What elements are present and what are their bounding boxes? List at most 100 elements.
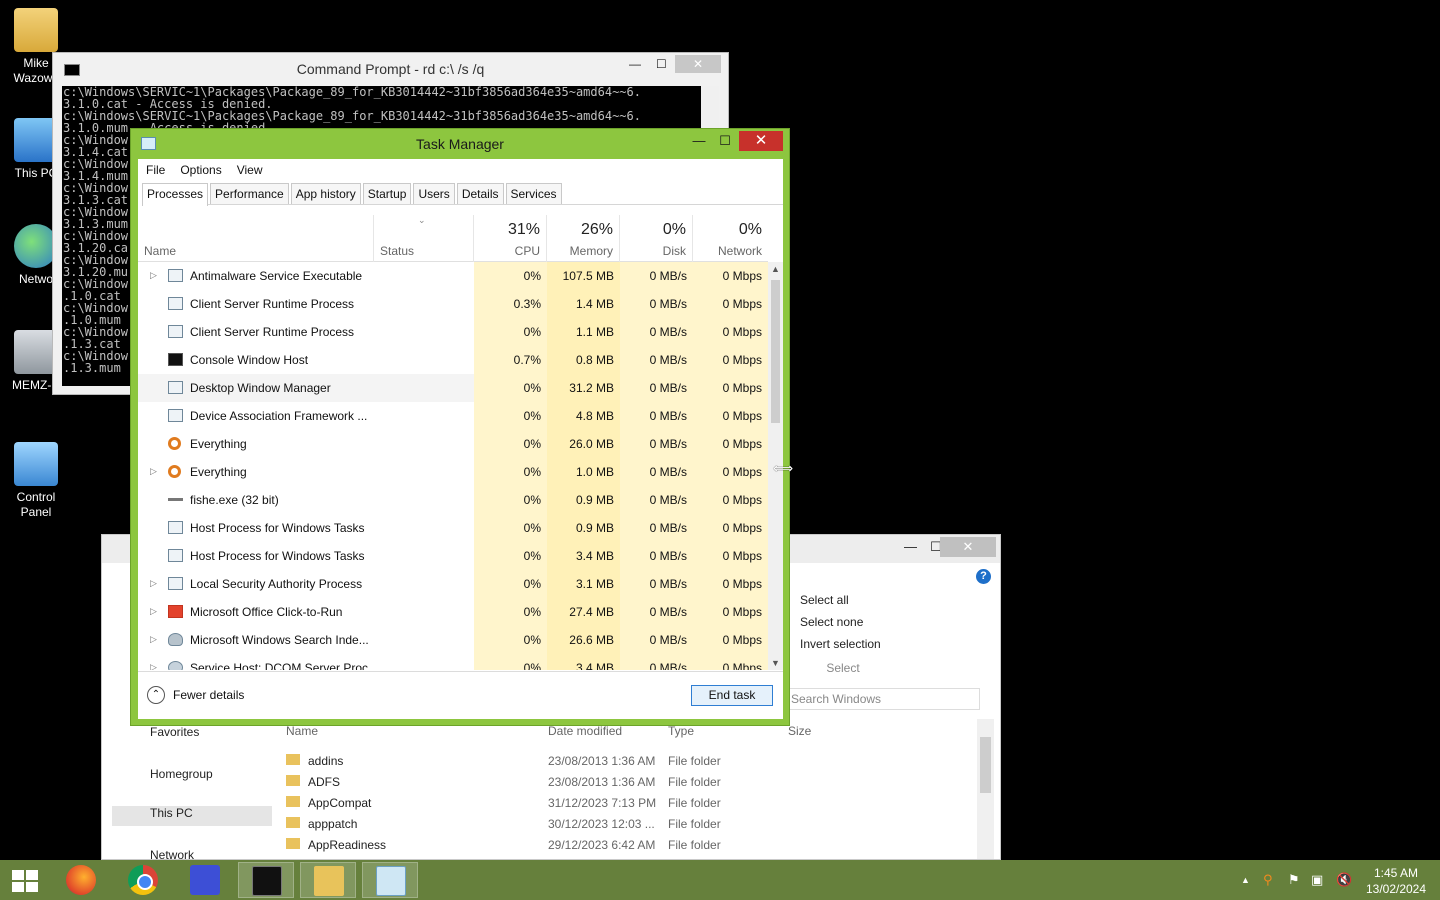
column-label: Disk [662,244,686,258]
process-row[interactable]: ▷ Everything 0% 1.0 MB 0 MB/s 0 Mbps [138,458,768,486]
expand-chevron-icon[interactable]: ▷ [150,662,157,670]
close-button[interactable]: ✕ [675,55,721,73]
process-row[interactable]: Host Process for Windows Tasks 0% 3.4 MB 0 … [138,542,768,570]
close-button[interactable]: ✕ [739,131,783,151]
expand-chevron-icon[interactable]: ▷ [150,606,157,617]
scroll-thumb[interactable] [980,737,991,793]
process-row[interactable]: Host Process for Windows Tasks 0% 0.9 MB 0 … [138,514,768,542]
desktop-icon-control-panel[interactable]: Control Panel [0,442,72,520]
expand-chevron-icon[interactable]: ▷ [150,578,157,589]
expand-chevron-icon[interactable]: ▷ [150,270,157,281]
end-task-button[interactable]: End task [691,685,773,706]
nav-item-favorites[interactable]: Favorites [112,725,272,767]
process-disk: 0 MB/s [620,318,693,346]
nav-item-this-pc[interactable]: This PC [112,806,272,826]
minimize-button[interactable]: — [689,131,709,151]
maximize-button[interactable]: ☐ [656,57,667,71]
process-row[interactable]: Client Server Runtime Process 0% 1.1 MB 0 M… [138,318,768,346]
file-row[interactable]: apppatch 30/12/2023 12:03 ... File folder [286,814,786,835]
column-header-date[interactable]: Date modified [548,724,622,738]
tab-app-history[interactable]: App history [290,183,361,204]
tray-overflow-chevron-icon[interactable]: ▲ [1241,875,1250,885]
process-row[interactable]: ▷ Microsoft Office Click-to-Run 0% 27.4 MB 0… [138,598,768,626]
nav-item-homegroup[interactable]: Homegroup [112,767,272,809]
column-header-name[interactable]: Name [138,215,374,262]
tab-performance[interactable]: Performance [210,183,289,204]
fewer-details-button[interactable]: ⌃ Fewer details [147,686,244,704]
file-row[interactable]: AppCompat 31/12/2023 7:13 PM File folder [286,793,786,814]
scroll-down-icon[interactable]: ▼ [771,658,780,668]
process-memory: 26.6 MB [547,626,620,654]
action-center-flag-icon[interactable]: ⚑ [1288,872,1300,888]
process-row[interactable]: ▷ Service Host: DCOM Server Proc... 0% 3.4 … [138,654,768,670]
everything-search-tray-icon[interactable]: ⚲ [1263,872,1273,888]
file-row[interactable]: AppReadiness 29/12/2023 6:42 AM File folde… [286,835,786,856]
cmd-titlebar[interactable]: Command Prompt - rd c:\ /s /q — ☐ ✕ [53,53,728,83]
taskbar-settings[interactable] [177,862,233,898]
tab-services[interactable]: Services [505,183,562,204]
taskbar-task-manager[interactable] [362,862,418,898]
task-manager-window[interactable]: Task Manager — ☐ ✕ File Options View Pro… [130,128,790,726]
column-header-disk[interactable]: 0% Disk [620,215,693,262]
column-label: CPU [514,244,540,258]
scroll-up-icon[interactable]: ▲ [771,264,780,274]
clock[interactable]: 1:45 AM 13/02/2024 [1360,865,1432,897]
help-icon[interactable]: ? [976,569,991,584]
column-header-type[interactable]: Type [668,724,694,738]
maximize-button[interactable]: ☐ [715,131,735,151]
column-header-status[interactable]: ⌄ Status [374,215,474,262]
volume-muted-icon[interactable]: 🔇 [1336,872,1352,888]
select-all-button[interactable]: Select all [788,593,898,615]
taskbar-file-explorer[interactable] [300,862,356,898]
minimize-button[interactable]: — [629,57,641,71]
close-button[interactable]: ✕ [940,537,996,557]
column-header-size[interactable]: Size [788,724,811,738]
menu-options[interactable]: Options [180,163,221,177]
process-row[interactable]: Everything 0% 26.0 MB 0 MB/s 0 Mbps [138,430,768,458]
column-header-memory[interactable]: 26% Memory [547,215,620,262]
process-row[interactable]: ▷ Microsoft Windows Search Inde... 0% 26.6 … [138,626,768,654]
process-disk: 0 MB/s [620,598,693,626]
process-cpu: 0% [474,598,547,626]
file-row[interactable]: addins 23/08/2013 1:36 AM File folder [286,751,786,772]
process-row[interactable]: Client Server Runtime Process 0.3% 1.4 MB 0… [138,290,768,318]
expand-chevron-icon[interactable]: ▷ [150,634,157,645]
column-header-cpu[interactable]: 31% CPU [474,215,547,262]
column-header-network[interactable]: 0% Network [693,215,768,262]
minimize-button[interactable]: — [904,539,917,554]
process-row[interactable]: ▷ Local Security Authority Process 0% 3.1 M… [138,570,768,598]
taskbar-chrome[interactable] [115,862,171,898]
process-name: Client Server Runtime Process [190,325,355,339]
process-row[interactable]: fishe.exe (32 bit) 0% 0.9 MB 0 MB/s 0 Mbps [138,486,768,514]
process-network: 0 Mbps [693,318,768,346]
tab-processes[interactable]: Processes [142,183,209,206]
start-button[interactable] [0,862,48,898]
process-memory: 4.8 MB [547,402,620,430]
tab-startup[interactable]: Startup [362,183,412,204]
search-input[interactable]: Search Windows [786,688,980,710]
process-row[interactable]: Device Association Framework ... 0% 4.8 MB… [138,402,768,430]
expand-chevron-icon[interactable]: ▷ [150,466,157,477]
menu-file[interactable]: File [146,163,165,177]
scroll-thumb[interactable] [771,280,780,423]
tab-users[interactable]: Users [413,183,455,204]
explorer-scrollbar[interactable] [977,719,994,859]
taskbar-command-prompt[interactable] [238,862,294,898]
process-row[interactable]: Console Window Host 0.7% 0.8 MB 0 MB/s 0 Mbp… [138,346,768,374]
nav-item-network[interactable]: Network [112,848,272,859]
process-disk: 0 MB/s [620,458,693,486]
chevron-up-icon: ⌃ [147,686,165,704]
column-header-name[interactable]: Name [286,724,318,738]
tab-details[interactable]: Details [456,183,504,204]
taskmgr-titlebar[interactable]: Task Manager — ☐ ✕ [131,129,789,159]
network-tray-icon[interactable]: ▣ [1311,872,1323,888]
select-none-button[interactable]: Select none [788,615,898,637]
taskbar-firefox[interactable] [53,862,109,898]
process-row[interactable]: Desktop Window Manager 0% 31.2 MB 0 MB/s 0 M… [138,374,768,402]
file-row[interactable]: ADFS 23/08/2013 1:36 AM File folder [286,772,786,793]
windows-logo-icon [12,870,38,892]
menu-view[interactable]: View [237,163,263,177]
process-row[interactable]: ▷ Antimalware Service Executable 0% 107.5 M… [138,262,768,290]
invert-selection-button[interactable]: Invert selection [788,637,898,659]
file-type: File folder [668,796,721,810]
